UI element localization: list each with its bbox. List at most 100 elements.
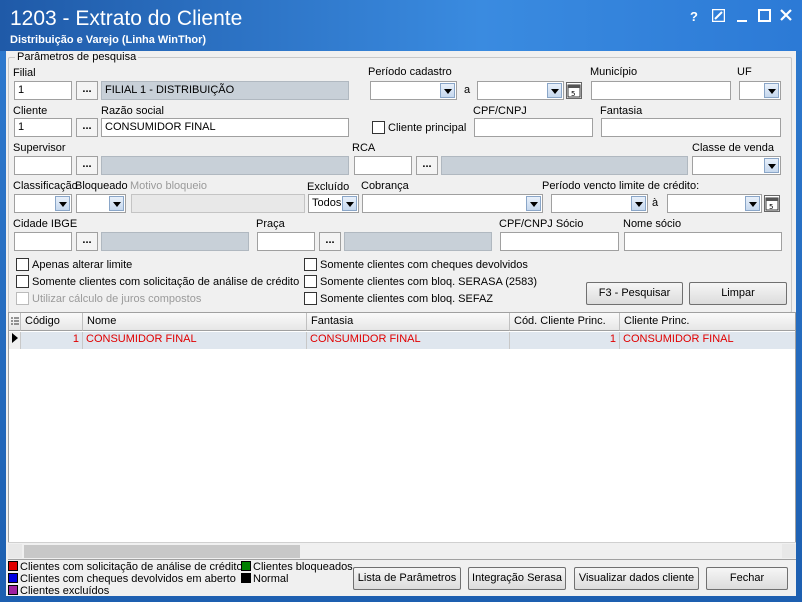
municipio-input[interactable] — [591, 81, 731, 100]
checkbox-box[interactable] — [16, 275, 29, 288]
pesquisar-button[interactable]: F3 - Pesquisar — [586, 282, 683, 305]
juros-compostos-checkbox: Utilizar cálculo de juros compostos — [16, 292, 201, 305]
title-bar: 1203 - Extrato do Cliente Distribuição e… — [0, 0, 802, 51]
limpar-button[interactable]: Limpar — [689, 282, 787, 305]
supervisor-search-button[interactable]: ... — [76, 156, 98, 175]
maximize-icon[interactable] — [756, 9, 772, 25]
cell-codigo[interactable]: 1 — [21, 332, 83, 349]
excluido-select[interactable]: Todos — [308, 194, 359, 213]
scroll-thumb[interactable] — [24, 545, 300, 558]
razao-social-input[interactable]: CONSUMIDOR FINAL — [101, 118, 349, 137]
col-header-fantasia[interactable]: Fantasia — [307, 313, 510, 331]
app-window: 1203 - Extrato do Cliente Distribuição e… — [0, 0, 802, 602]
apenas-alterar-checkbox[interactable]: Apenas alterar limite — [16, 258, 132, 271]
supervisor-name-field — [101, 156, 349, 175]
scroll-right-icon[interactable] — [782, 544, 796, 558]
chevron-down-icon[interactable] — [764, 158, 779, 173]
periodo-vencto-end[interactable] — [667, 194, 762, 213]
legend-label: Clientes com cheques devolvidos em abert… — [20, 573, 236, 585]
uf-select[interactable] — [739, 81, 781, 100]
chevron-down-icon[interactable] — [764, 83, 779, 98]
municipio-label: Município — [590, 66, 638, 78]
periodo-cadastro-end[interactable] — [477, 81, 564, 100]
col-header-codigo[interactable]: Código — [21, 313, 83, 331]
calendar-icon[interactable]: 5 — [566, 82, 582, 99]
supervisor-code-input[interactable] — [14, 156, 72, 175]
cell-fantasia[interactable]: CONSUMIDOR FINAL — [307, 332, 510, 349]
periodo-cadastro-label: Período cadastro — [368, 66, 452, 78]
periodo-cadastro-start[interactable] — [370, 81, 457, 100]
checkbox-box[interactable] — [16, 258, 29, 271]
filial-label: Filial — [13, 67, 36, 79]
cobranca-label: Cobrança — [361, 180, 409, 192]
cpf-cnpj-input[interactable] — [474, 118, 593, 137]
analise-credito-checkbox[interactable]: Somente clientes com solicitação de anál… — [16, 275, 299, 288]
bloqueado-select[interactable] — [76, 194, 126, 213]
integracao-serasa-button[interactable]: Integração Serasa — [468, 567, 566, 590]
filial-name-field: FILIAL 1 - DISTRIBUIÇÃO — [101, 81, 349, 100]
cell-cliente-princ[interactable]: CONSUMIDOR FINAL — [620, 332, 795, 349]
cheques-devolvidos-checkbox[interactable]: Somente clientes com cheques devolvidos — [304, 258, 528, 271]
classificacao-label: Classificação — [13, 180, 78, 192]
chevron-down-icon[interactable] — [55, 196, 70, 211]
bloq-serasa-checkbox[interactable]: Somente clientes com bloq. SERASA (2583) — [304, 275, 537, 288]
classificacao-select[interactable] — [14, 194, 72, 213]
cliente-search-button[interactable]: ... — [76, 118, 98, 137]
horizontal-scrollbar[interactable] — [8, 542, 796, 559]
chevron-down-icon[interactable] — [547, 83, 562, 98]
rca-code-input[interactable] — [354, 156, 412, 175]
cliente-code-input[interactable]: 1 — [14, 118, 72, 137]
help-icon[interactable]: ? — [686, 9, 702, 25]
col-header-cliente-princ[interactable]: Cliente Princ. — [620, 313, 795, 331]
col-header-nome[interactable]: Nome — [83, 313, 307, 331]
visualizar-dados-button[interactable]: Visualizar dados cliente — [574, 567, 699, 590]
cobranca-select[interactable] — [362, 194, 543, 213]
cidade-ibge-label: Cidade IBGE — [13, 218, 78, 230]
cidade-ibge-name-field — [101, 232, 249, 251]
chevron-down-icon[interactable] — [526, 196, 541, 211]
checkbox-box[interactable] — [304, 258, 317, 271]
checkbox-box[interactable] — [372, 121, 385, 134]
bloq-sefaz-checkbox[interactable]: Somente clientes com bloq. SEFAZ — [304, 292, 493, 305]
client-area: Parâmetros de pesquisa Filial 1 ... FILI… — [6, 51, 796, 597]
legend-analise: Clientes com solicitação de análise de c… — [8, 561, 243, 573]
filial-code-input[interactable]: 1 — [14, 81, 72, 100]
rca-name-field — [441, 156, 688, 175]
praca-search-button[interactable]: ... — [319, 232, 341, 251]
cidade-ibge-search-button[interactable]: ... — [76, 232, 98, 251]
cpf-cnpj-socio-input[interactable] — [500, 232, 619, 251]
periodo-vencto-start[interactable] — [551, 194, 648, 213]
fantasia-input[interactable] — [601, 118, 781, 137]
minimize-icon[interactable] — [734, 9, 750, 25]
close-icon[interactable] — [778, 9, 794, 25]
rca-search-button[interactable]: ... — [416, 156, 438, 175]
chevron-down-icon[interactable] — [440, 83, 455, 98]
cidade-ibge-input[interactable] — [14, 232, 72, 251]
filial-search-button[interactable]: ... — [76, 81, 98, 100]
classe-venda-select[interactable] — [692, 156, 781, 175]
calendar-icon[interactable]: 5 — [764, 195, 780, 212]
nome-socio-input[interactable] — [624, 232, 782, 251]
legend-label: Normal — [253, 573, 289, 585]
cell-nome[interactable]: CONSUMIDOR FINAL — [83, 332, 307, 349]
praca-code-input[interactable] — [257, 232, 315, 251]
legend-label: Clientes excluídos — [20, 585, 110, 597]
checkbox-box[interactable] — [304, 275, 317, 288]
cell-cod-princ[interactable]: 1 — [510, 332, 620, 349]
col-header-cod-princ[interactable]: Cód. Cliente Princ. — [510, 313, 620, 331]
fechar-button[interactable]: Fechar — [706, 567, 788, 590]
chevron-down-icon[interactable] — [109, 196, 124, 211]
scroll-left-icon[interactable] — [8, 544, 22, 558]
edit-icon[interactable] — [710, 8, 726, 25]
cliente-label: Cliente — [13, 105, 48, 117]
cpf-cnpj-socio-label: CPF/CNPJ Sócio — [499, 218, 584, 230]
grid-menu-icon[interactable] — [9, 313, 21, 331]
lista-parametros-button[interactable]: Lista de Parâmetros — [353, 567, 461, 590]
cliente-principal-checkbox[interactable]: Cliente principal — [372, 121, 466, 134]
results-grid[interactable]: Código Nome Fantasia Cód. Cliente Princ.… — [8, 312, 796, 560]
chevron-down-icon[interactable] — [745, 196, 760, 211]
chevron-down-icon[interactable] — [342, 196, 357, 211]
chevron-down-icon[interactable] — [631, 196, 646, 211]
supervisor-label: Supervisor — [13, 142, 66, 154]
checkbox-box[interactable] — [304, 292, 317, 305]
